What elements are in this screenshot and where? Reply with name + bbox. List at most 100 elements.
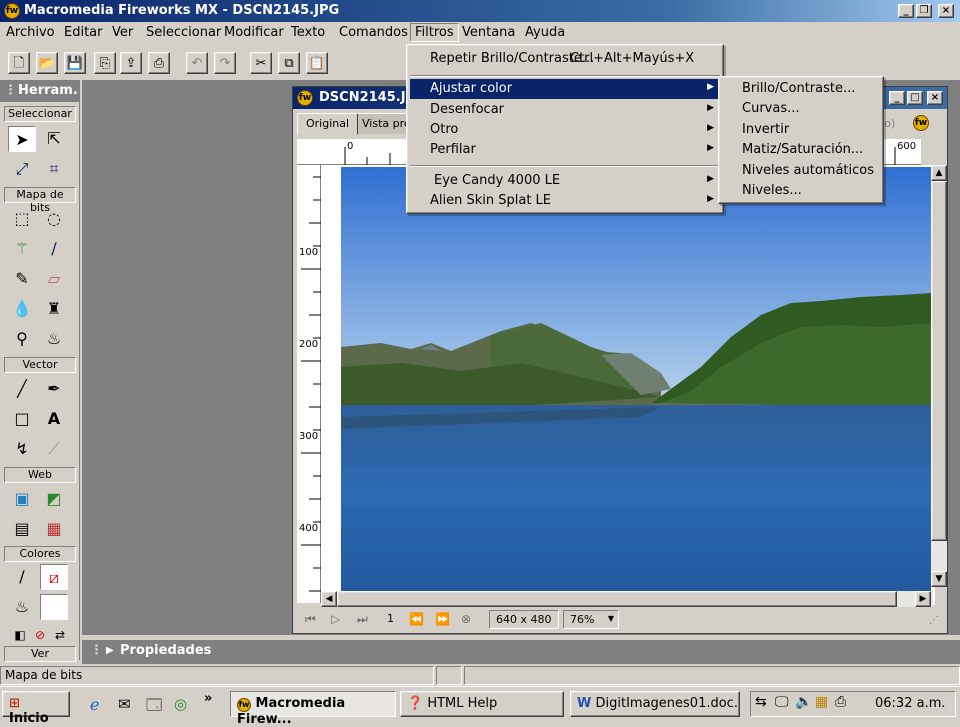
doc-minimize-icon[interactable]: _: [889, 91, 905, 105]
menu-ayuda[interactable]: Ayuda: [525, 25, 565, 40]
menu-item-otro[interactable]: Otro ▶: [410, 120, 720, 140]
hotspot-tool-icon[interactable]: ▣: [8, 486, 36, 512]
resize-grip-icon[interactable]: ⋰: [929, 615, 939, 626]
scroll-right-icon[interactable]: ▶: [915, 591, 931, 607]
pointer-tool-icon[interactable]: ➤: [8, 126, 36, 152]
scroll-up-icon[interactable]: ▲: [931, 165, 947, 181]
menu-item-desenfocar[interactable]: Desenfocar ▶: [410, 100, 720, 120]
menu-item-eye-candy[interactable]: Eye Candy 4000 LE ▶: [410, 171, 720, 191]
cut-icon[interactable]: ✂: [250, 52, 272, 74]
vertical-scrollbar[interactable]: ▲ ▼: [931, 165, 947, 587]
freeform-tool-icon[interactable]: ↯: [8, 436, 36, 462]
new-file-icon[interactable]: 🗋: [8, 52, 30, 74]
lasso-tool-icon[interactable]: ◌: [40, 206, 68, 232]
menu-item-alien-skin[interactable]: Alien Skin Splat LE ▶: [410, 191, 720, 211]
menu-editar[interactable]: Editar: [64, 25, 103, 40]
prev-frame-icon[interactable]: ⏪: [409, 612, 424, 626]
menu-item-perfilar[interactable]: Perfilar ▶: [410, 140, 720, 160]
save-icon[interactable]: 💾: [64, 52, 86, 74]
eraser-tool-icon[interactable]: ▱: [40, 266, 68, 292]
eyedropper-tool-icon[interactable]: ⚲: [8, 326, 36, 352]
scroll-down-icon[interactable]: ▼: [931, 571, 947, 587]
app-title-bar[interactable]: fw Macromedia Fireworks MX - DSCN2145.JP…: [0, 0, 960, 22]
zoom-select[interactable]: 76% ▼: [563, 610, 619, 629]
monitor-icon[interactable]: 🖵: [775, 694, 789, 710]
taskbar-button-html-help[interactable]: ❓ HTML Help: [400, 691, 564, 717]
text-tool-icon[interactable]: A: [40, 406, 68, 432]
rubber-stamp-tool-icon[interactable]: ♜: [40, 296, 68, 322]
network-icon[interactable]: ⇆: [755, 694, 767, 710]
media-icon[interactable]: ◎: [174, 695, 187, 713]
minimize-icon[interactable]: _: [898, 4, 914, 18]
show-slices-icon[interactable]: ▦: [40, 516, 68, 542]
printer-tray-icon[interactable]: ⎙: [835, 694, 846, 710]
menu-filtros[interactable]: Filtros: [410, 23, 459, 42]
stop-icon[interactable]: ⊗: [461, 612, 471, 626]
doc-close-icon[interactable]: ×: [927, 91, 943, 105]
more-quicklaunch-icon[interactable]: »: [204, 691, 212, 706]
outlook-icon[interactable]: ✉: [118, 695, 131, 713]
menu-comandos[interactable]: Comandos: [339, 25, 408, 40]
desktop-icon[interactable]: 🗔: [146, 695, 162, 720]
open-file-icon[interactable]: 📂: [36, 52, 58, 74]
doc-maximize-icon[interactable]: □: [907, 91, 923, 105]
line-tool-icon[interactable]: ╱: [8, 376, 36, 402]
submenu-item-matiz[interactable]: Matiz/Saturación...: [722, 140, 880, 160]
submenu-item-niveles[interactable]: Niveles...: [722, 181, 880, 201]
properties-panel[interactable]: ⋮ ▶ Propiedades: [82, 640, 960, 664]
close-icon[interactable]: ×: [938, 4, 954, 18]
stroke-color-swatch[interactable]: ⧄: [40, 564, 68, 590]
submenu-item-curvas[interactable]: Curvas...: [722, 99, 880, 119]
menu-archivo[interactable]: Archivo: [6, 25, 55, 40]
undo-icon[interactable]: ↶: [186, 52, 208, 74]
submenu-item-invertir[interactable]: Invertir: [722, 120, 880, 140]
horizontal-scrollbar[interactable]: ◀ ▶: [321, 591, 933, 607]
quick-export-icon[interactable]: fw: [913, 115, 929, 131]
next-frame-icon[interactable]: ⏩: [435, 612, 450, 626]
export-icon[interactable]: ⇪: [120, 52, 142, 74]
fill-color-swatch[interactable]: [40, 594, 68, 620]
tray-app-icon[interactable]: ▦: [815, 694, 828, 710]
restore-icon[interactable]: ❐: [916, 4, 932, 18]
start-button[interactable]: ⊞ Inicio: [2, 691, 70, 726]
slice-tool-icon[interactable]: ◩: [40, 486, 68, 512]
tools-panel-header[interactable]: ⋮ Herram.: [0, 80, 80, 102]
paint-bucket-tool-icon[interactable]: ♨: [40, 326, 68, 352]
first-frame-icon[interactable]: ⏮: [305, 612, 316, 627]
submenu-item-brillo[interactable]: Brillo/Contraste...: [722, 79, 880, 99]
magic-wand-tool-icon[interactable]: ⚚: [8, 236, 36, 262]
clock[interactable]: 06:32 a.m.: [875, 696, 946, 711]
menu-seleccionar[interactable]: Seleccionar: [146, 25, 221, 40]
rectangle-tool-icon[interactable]: □: [8, 406, 36, 432]
import-icon[interactable]: ⎘: [94, 52, 116, 74]
vertical-scroll-thumb[interactable]: [931, 181, 947, 541]
menu-modificar[interactable]: Modificar: [224, 25, 284, 40]
crop-tool-icon[interactable]: ⌗: [40, 156, 68, 182]
swap-colors-icon[interactable]: ⇄: [46, 622, 74, 648]
subselect-tool-icon[interactable]: ⇱: [40, 126, 68, 152]
print-icon[interactable]: ⎙: [148, 52, 170, 74]
volume-icon[interactable]: 🔈: [795, 694, 812, 710]
taskbar-button-word-doc[interactable]: W DigitImagenes01.doc...: [570, 691, 740, 717]
scale-tool-icon[interactable]: ⤢: [8, 156, 36, 182]
lake-landscape-photo[interactable]: [341, 167, 931, 591]
submenu-item-niveles-auto[interactable]: Niveles automáticos: [722, 161, 880, 181]
stroke-color-icon[interactable]: ∕: [8, 564, 36, 590]
scroll-left-icon[interactable]: ◀: [321, 591, 337, 607]
menu-item-repetir[interactable]: Repetir Brillo/Contraste... Ctrl+Alt+May…: [410, 49, 720, 69]
paste-icon[interactable]: 📋: [306, 52, 328, 74]
taskbar-button-fireworks[interactable]: fw Macromedia Firew...: [230, 691, 396, 727]
menu-texto[interactable]: Texto: [291, 25, 325, 40]
last-frame-icon[interactable]: ⏭: [357, 612, 368, 627]
knife-tool-icon[interactable]: ⟋: [40, 436, 68, 462]
ie-icon[interactable]: ℯ: [90, 695, 99, 714]
horizontal-scroll-thumb[interactable]: [337, 591, 897, 607]
hide-slices-icon[interactable]: ▤: [8, 516, 36, 542]
fill-color-icon[interactable]: ♨: [8, 594, 36, 620]
copy-icon[interactable]: ⧉: [278, 52, 300, 74]
menu-ver[interactable]: Ver: [112, 25, 133, 40]
redo-icon[interactable]: ↷: [214, 52, 236, 74]
expand-arrow-icon[interactable]: ▶: [106, 645, 114, 656]
tab-original[interactable]: Original: [297, 113, 359, 135]
marquee-tool-icon[interactable]: ⬚: [8, 206, 36, 232]
